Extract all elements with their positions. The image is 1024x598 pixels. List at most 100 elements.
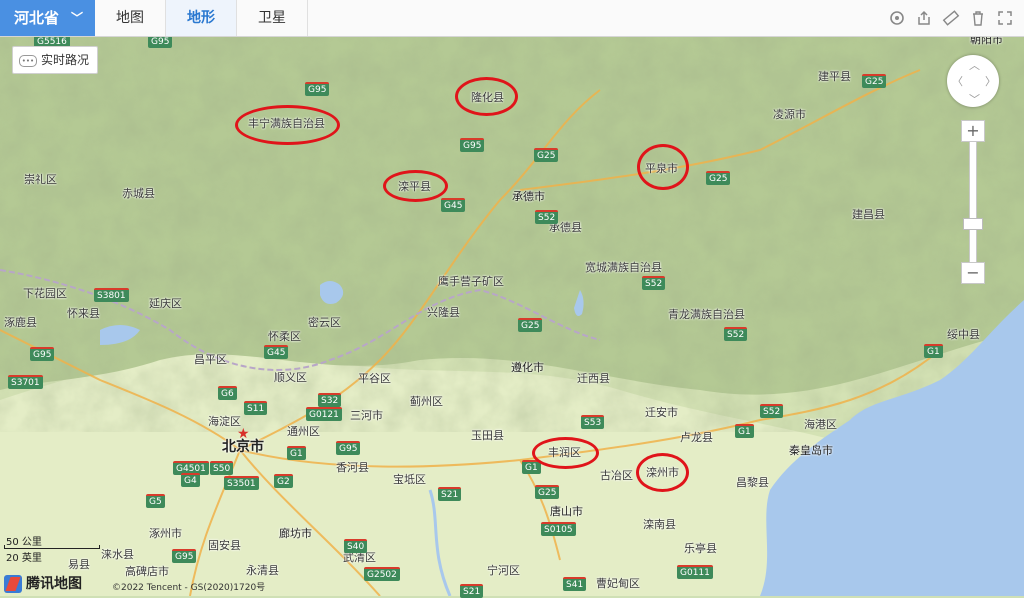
label-wuqing: 武清区 [343,551,376,564]
label-qinglong: 青龙满族自治县 [668,308,745,321]
label-sanhe: 三河市 [350,409,383,422]
tab-terrain[interactable]: 地形 [166,0,237,36]
shield: S3501 [224,476,259,490]
trash-icon[interactable] [969,9,987,27]
label-zhuozhou: 涿州市 [149,527,182,540]
highlight-circle-longhua [455,77,518,116]
pan-right-icon[interactable]: 〉 [985,73,996,89]
pan-left-icon[interactable]: 〈 [952,73,963,89]
shield: G0111 [677,565,713,579]
shield: G1 [287,446,306,460]
shield: G25 [534,148,559,162]
realtime-traffic-button[interactable]: ••• 实时路况 [12,46,99,74]
fullscreen-icon[interactable] [996,9,1014,27]
label-pinggu: 平谷区 [358,372,391,385]
chevron-down-icon: ﹀ [70,11,83,25]
shield: S40 [344,539,368,553]
label-haigang: 海港区 [804,418,837,431]
shield: S52 [724,327,748,341]
shield: S21 [438,487,462,501]
highlight-circle-luanping [383,170,448,202]
label-laoting: 乐亭县 [684,542,717,555]
province-selector[interactable]: 河北省 ﹀ [0,0,95,36]
pan-down-icon[interactable]: ﹀ [969,91,980,107]
shield: G45 [264,345,289,359]
scale-bar: 50 公里 20 英里 [4,533,104,564]
shield: G2502 [364,567,400,581]
label-shunyi: 顺义区 [274,371,307,384]
label-yutian: 玉田县 [471,429,504,442]
shield: S50 [210,461,234,475]
label-gu_an: 固安县 [208,539,241,552]
shield: G25 [706,171,731,185]
highlight-circle-pingquan [637,144,689,190]
shield: G25 [535,485,560,499]
shield: G95 [460,138,485,152]
traffic-label: 实时路况 [41,53,90,67]
label-jianping: 建平县 [818,70,851,83]
label-yanqing: 延庆区 [149,297,182,310]
zoom-slider-handle[interactable] [963,218,983,230]
label-chengde: 承德市 [512,190,545,203]
highlight-circle-fengrun [532,437,599,469]
scale-mi: 20 英里 [6,553,42,564]
share-icon[interactable] [915,9,933,27]
shield: G5 [146,494,165,508]
shield: S52 [642,276,666,290]
label-laishui: 涞水县 [101,548,134,561]
label-kuancheng: 宽城满族自治县 [585,261,662,274]
shield: G95 [305,82,330,96]
label-miyun: 密云区 [308,316,341,329]
highlight-circle-luanzhou [636,453,689,492]
label-zunhua: 遵化市 [511,361,544,374]
zoom-slider-track[interactable] [969,142,977,262]
label-ninghe: 宁河区 [487,564,520,577]
label-changping: 昌平区 [194,353,227,366]
shield: S52 [760,404,784,418]
logo-text: 腾讯地图 [26,576,82,592]
pan-control[interactable]: ︿ ﹀ 〈 〉 [947,55,999,107]
zoom-in-button[interactable]: + [961,120,985,142]
shield: G1 [735,424,754,438]
shield: G25 [518,318,543,332]
pan-up-icon[interactable]: ︿ [969,57,980,73]
tab-satellite[interactable]: 卫星 [237,0,308,36]
label-changli: 昌黎县 [736,476,769,489]
tab-map[interactable]: 地图 [95,0,166,36]
label-xianghe: 香河县 [336,461,369,474]
label-guye: 古冶区 [600,469,633,482]
shield: G45 [441,198,466,212]
shield: S41 [563,577,587,591]
label-langfang: 廊坊市 [279,527,312,540]
label-huairou: 怀柔区 [268,330,301,343]
top-toolbar: 河北省 ﹀ 地图 地形 卫星 [0,0,1024,37]
label-gaobeidian: 高碑店市 [125,565,169,578]
label-lulong: 卢龙县 [680,431,713,444]
shield: S0105 [541,522,576,536]
shield: S52 [535,210,559,224]
zoom-out-button[interactable]: − [961,262,985,284]
capital-star-icon: ★ [237,426,250,442]
label-xiahuayuan: 下花园区 [23,287,67,300]
label-beijing: 北京市 [222,439,264,455]
label-qinhuangdao: 秦皇岛市 [789,444,833,457]
label-qian_an: 迁安市 [645,406,678,419]
zoom-control: + − [961,120,985,284]
shield: S3701 [8,375,43,389]
terrain-map[interactable]: 朝阳市 建平县 凌源市 隆化县 丰宁满族自治县 崇礼区 赤城县 滦平县 承德市 … [0,0,1024,598]
highlight-circle-fengning [235,105,340,145]
ruler-icon[interactable] [942,9,960,27]
shield: G95 [172,549,197,563]
tencent-map-logo: 腾讯地图 [4,573,82,593]
shield: S53 [581,415,605,429]
label-yongqing: 永清县 [246,564,279,577]
shield: G0121 [306,407,342,421]
label-baodi: 宝坻区 [393,473,426,486]
label-luannan: 滦南县 [643,518,676,531]
label-qianxi: 迁西县 [577,372,610,385]
label-xinglong: 兴隆县 [427,306,460,319]
shield: G25 [862,74,887,88]
target-icon[interactable] [888,9,906,27]
shield: S11 [244,401,268,415]
copyright-text: ©2022 Tencent - GS(2020)1720号 [112,583,266,593]
